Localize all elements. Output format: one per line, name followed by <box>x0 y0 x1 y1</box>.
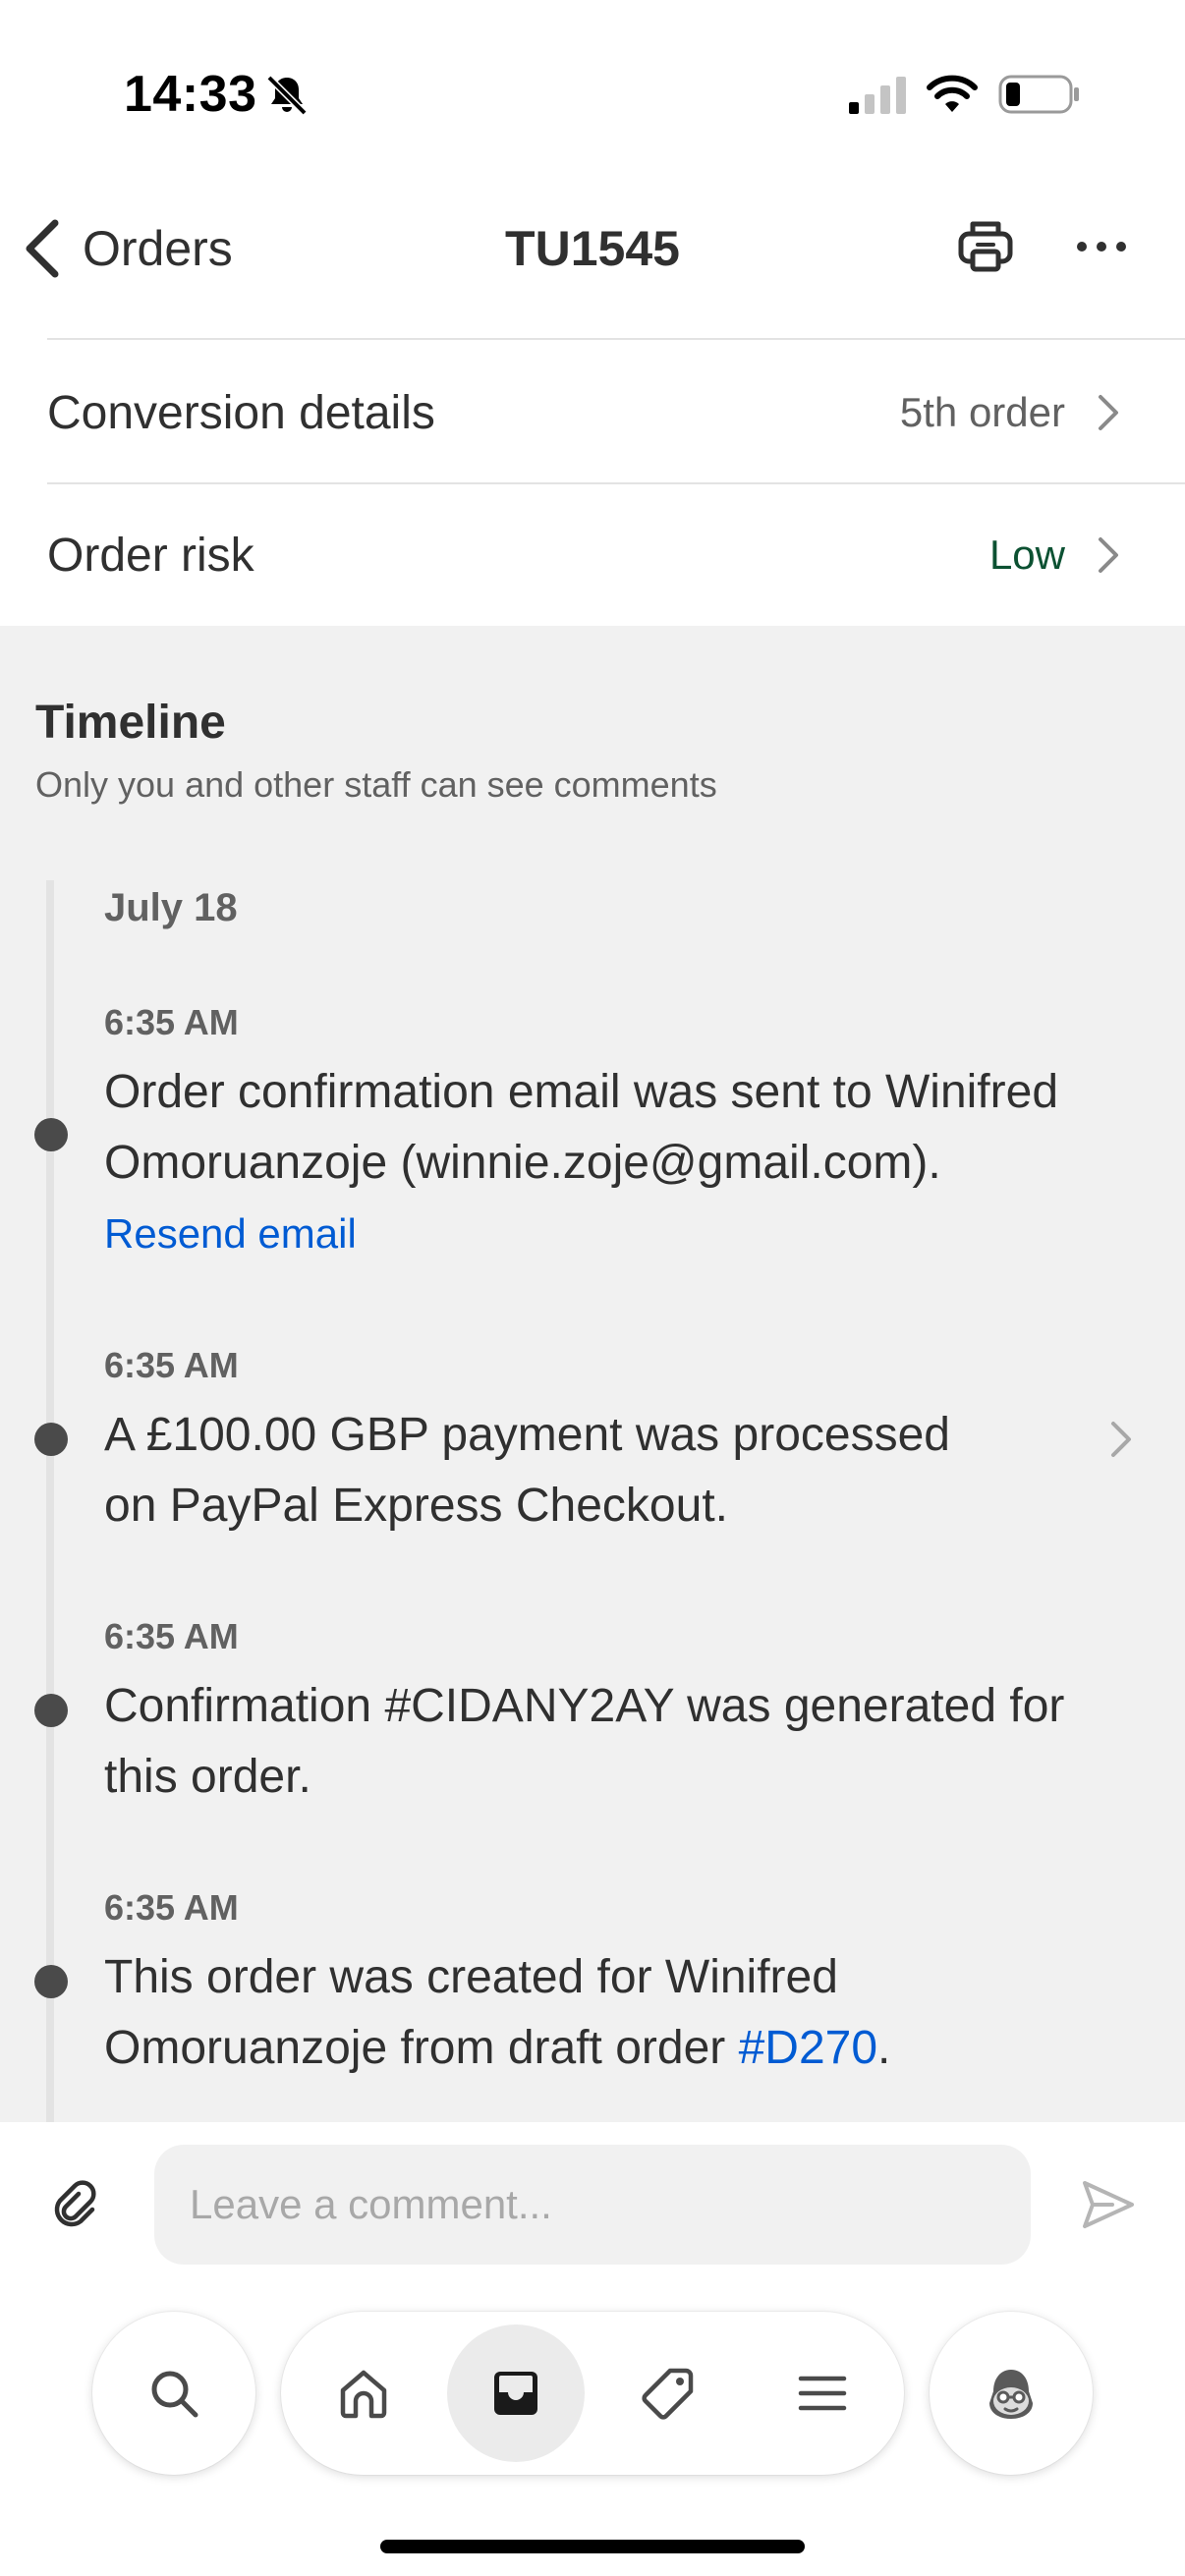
event-text: on PayPal Express Checkout. <box>104 1480 728 1532</box>
tab-orders[interactable] <box>447 2324 585 2462</box>
search-icon <box>151 2371 198 2418</box>
tab-profile[interactable] <box>930 2312 1093 2475</box>
cellular-signal-icon <box>849 77 906 114</box>
event-time: 6:35 AM <box>104 1616 239 1656</box>
event-time: 6:35 AM <box>104 1345 239 1385</box>
event-text: This order was created for Winifred Omor… <box>104 1942 1106 2084</box>
printer-icon[interactable] <box>955 216 1016 277</box>
order-risk-value: Low <box>988 532 1065 578</box>
chevron-left-icon <box>26 219 59 278</box>
timeline-heading: Timeline <box>35 697 226 749</box>
timeline-dot <box>34 1965 68 1998</box>
event-time: 6:35 AM <box>104 1002 239 1042</box>
conversion-details-label: Conversion details <box>47 386 435 439</box>
chevron-right-icon <box>1099 395 1118 430</box>
comment-input[interactable] <box>154 2145 1031 2265</box>
order-risk-label: Order risk <box>47 529 254 582</box>
order-risk-row[interactable]: Order risk Low <box>47 484 1185 626</box>
paperclip-icon[interactable] <box>49 2177 104 2232</box>
tab-products[interactable] <box>599 2324 737 2462</box>
divider <box>47 338 1185 340</box>
conversion-details-row[interactable]: Conversion details 5th order <box>47 342 1185 483</box>
timeline-dot <box>34 1694 68 1727</box>
back-button[interactable]: Orders <box>20 214 233 283</box>
timeline-dot <box>34 1118 68 1151</box>
status-time: 14:33 <box>124 66 257 123</box>
wifi-icon <box>927 75 978 112</box>
battery-icon <box>998 75 1079 114</box>
order-detail-screen: 14:33 Orders TU1545 Conversion details 5… <box>0 0 1185 2576</box>
event-text: A £100.00 GBP payment was processed <box>104 1409 950 1461</box>
conversion-details-value: 5th order <box>899 389 1065 435</box>
timeline-date: July 18 <box>104 886 238 929</box>
home-icon <box>340 2370 387 2419</box>
tab-home[interactable] <box>295 2324 432 2462</box>
event-text: Order confirmation email was sent to Win… <box>104 1066 1059 1189</box>
event-time: 6:35 AM <box>104 1887 239 1928</box>
event-text-prefix: This order was created for Winifred Omor… <box>104 1951 838 2074</box>
timeline-line <box>46 880 54 2123</box>
menu-icon <box>798 2376 847 2411</box>
resend-email-link[interactable]: Resend email <box>104 1210 357 1258</box>
page-title: TU1545 <box>505 221 680 276</box>
event-text-suffix: . <box>877 2022 891 2074</box>
tab-search[interactable] <box>92 2312 255 2475</box>
event-text: Confirmation #CIDANY2AY was generated fo… <box>104 1680 1065 1803</box>
back-label: Orders <box>83 221 233 276</box>
home-indicator <box>380 2540 805 2553</box>
tab-menu[interactable] <box>754 2324 891 2462</box>
inbox-icon <box>494 2372 537 2415</box>
payment-event[interactable]: A £100.00 GBP payment was processed on P… <box>104 1400 1067 1541</box>
tag-icon <box>642 2368 694 2420</box>
more-options-icon[interactable] <box>1071 216 1132 277</box>
draft-order-link[interactable]: #D270 <box>739 2022 877 2074</box>
chevron-right-icon[interactable] <box>1106 1417 1136 1462</box>
timeline-dot <box>34 1423 68 1456</box>
bell-off-icon <box>266 75 308 116</box>
avatar-icon <box>989 2370 1033 2419</box>
timeline-subtitle: Only you and other staff can see comment… <box>35 764 717 805</box>
send-icon[interactable] <box>1079 2175 1138 2234</box>
chevron-right-icon <box>1099 537 1118 573</box>
